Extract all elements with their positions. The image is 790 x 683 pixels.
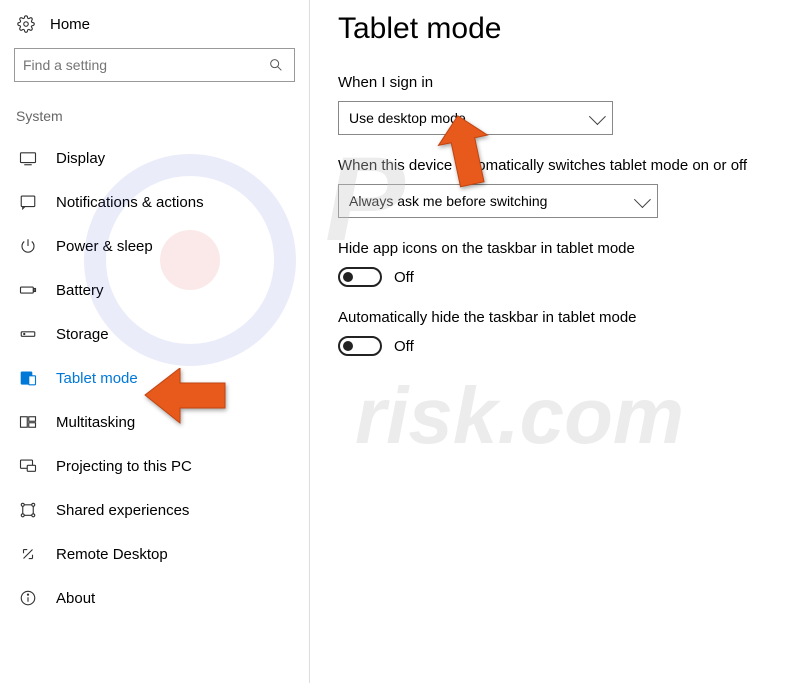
hide-icons-toggle[interactable] — [338, 267, 382, 287]
dropdown-value: Use desktop mode — [349, 110, 466, 126]
search-field[interactable] — [23, 57, 266, 73]
sidebar-item-label: Battery — [56, 282, 104, 299]
toggle-state: Off — [394, 269, 414, 286]
sidebar-item-label: Projecting to this PC — [56, 458, 192, 475]
sidebar-item-label: Storage — [56, 326, 109, 343]
sidebar-item-label: Multitasking — [56, 414, 135, 431]
info-icon — [18, 588, 38, 608]
search-input[interactable] — [14, 48, 295, 82]
category-header: System — [14, 108, 295, 136]
sidebar-item-label: Remote Desktop — [56, 546, 168, 563]
sidebar-item-label: Tablet mode — [56, 370, 138, 387]
sidebar-item-display[interactable]: Display — [14, 136, 295, 180]
sidebar-item-label: About — [56, 590, 95, 607]
sidebar-item-label: Notifications & actions — [56, 194, 204, 211]
sidebar-item-about[interactable]: About — [14, 576, 295, 620]
sidebar-item-multitasking[interactable]: Multitasking — [14, 400, 295, 444]
gear-icon — [16, 14, 36, 34]
sidebar-item-label: Power & sleep — [56, 238, 153, 255]
main-panel: Tablet mode When I sign in Use desktop m… — [310, 0, 790, 683]
autoswitch-dropdown[interactable]: Always ask me before switching — [338, 184, 658, 218]
signin-dropdown[interactable]: Use desktop mode — [338, 101, 613, 135]
home-nav[interactable]: Home — [14, 10, 295, 48]
sidebar: Home System Display Notifications & acti… — [0, 0, 310, 683]
display-icon — [18, 148, 38, 168]
hide-taskbar-label: Automatically hide the taskbar in tablet… — [338, 309, 762, 326]
power-icon — [18, 236, 38, 256]
chevron-down-icon — [589, 108, 606, 125]
multitasking-icon — [18, 412, 38, 432]
home-label: Home — [50, 16, 90, 33]
sidebar-item-tablet-mode[interactable]: Tablet mode — [14, 356, 295, 400]
autoswitch-label: When this device automatically switches … — [338, 157, 762, 174]
toggle-state: Off — [394, 338, 414, 355]
projecting-icon — [18, 456, 38, 476]
sidebar-item-shared[interactable]: Shared experiences — [14, 488, 295, 532]
sidebar-item-power[interactable]: Power & sleep — [14, 224, 295, 268]
sidebar-item-label: Display — [56, 150, 105, 167]
chevron-down-icon — [634, 191, 651, 208]
sidebar-item-label: Shared experiences — [56, 502, 189, 519]
hide-taskbar-toggle[interactable] — [338, 336, 382, 356]
tablet-icon — [18, 368, 38, 388]
notifications-icon — [18, 192, 38, 212]
battery-icon — [18, 280, 38, 300]
shared-icon — [18, 500, 38, 520]
storage-icon — [18, 324, 38, 344]
remote-icon — [18, 544, 38, 564]
signin-label: When I sign in — [338, 74, 762, 91]
sidebar-item-projecting[interactable]: Projecting to this PC — [14, 444, 295, 488]
sidebar-item-storage[interactable]: Storage — [14, 312, 295, 356]
search-icon — [266, 55, 286, 75]
page-title: Tablet mode — [338, 12, 762, 46]
sidebar-item-battery[interactable]: Battery — [14, 268, 295, 312]
dropdown-value: Always ask me before switching — [349, 193, 547, 209]
hide-icons-label: Hide app icons on the taskbar in tablet … — [338, 240, 762, 257]
sidebar-item-notifications[interactable]: Notifications & actions — [14, 180, 295, 224]
sidebar-item-remote[interactable]: Remote Desktop — [14, 532, 295, 576]
